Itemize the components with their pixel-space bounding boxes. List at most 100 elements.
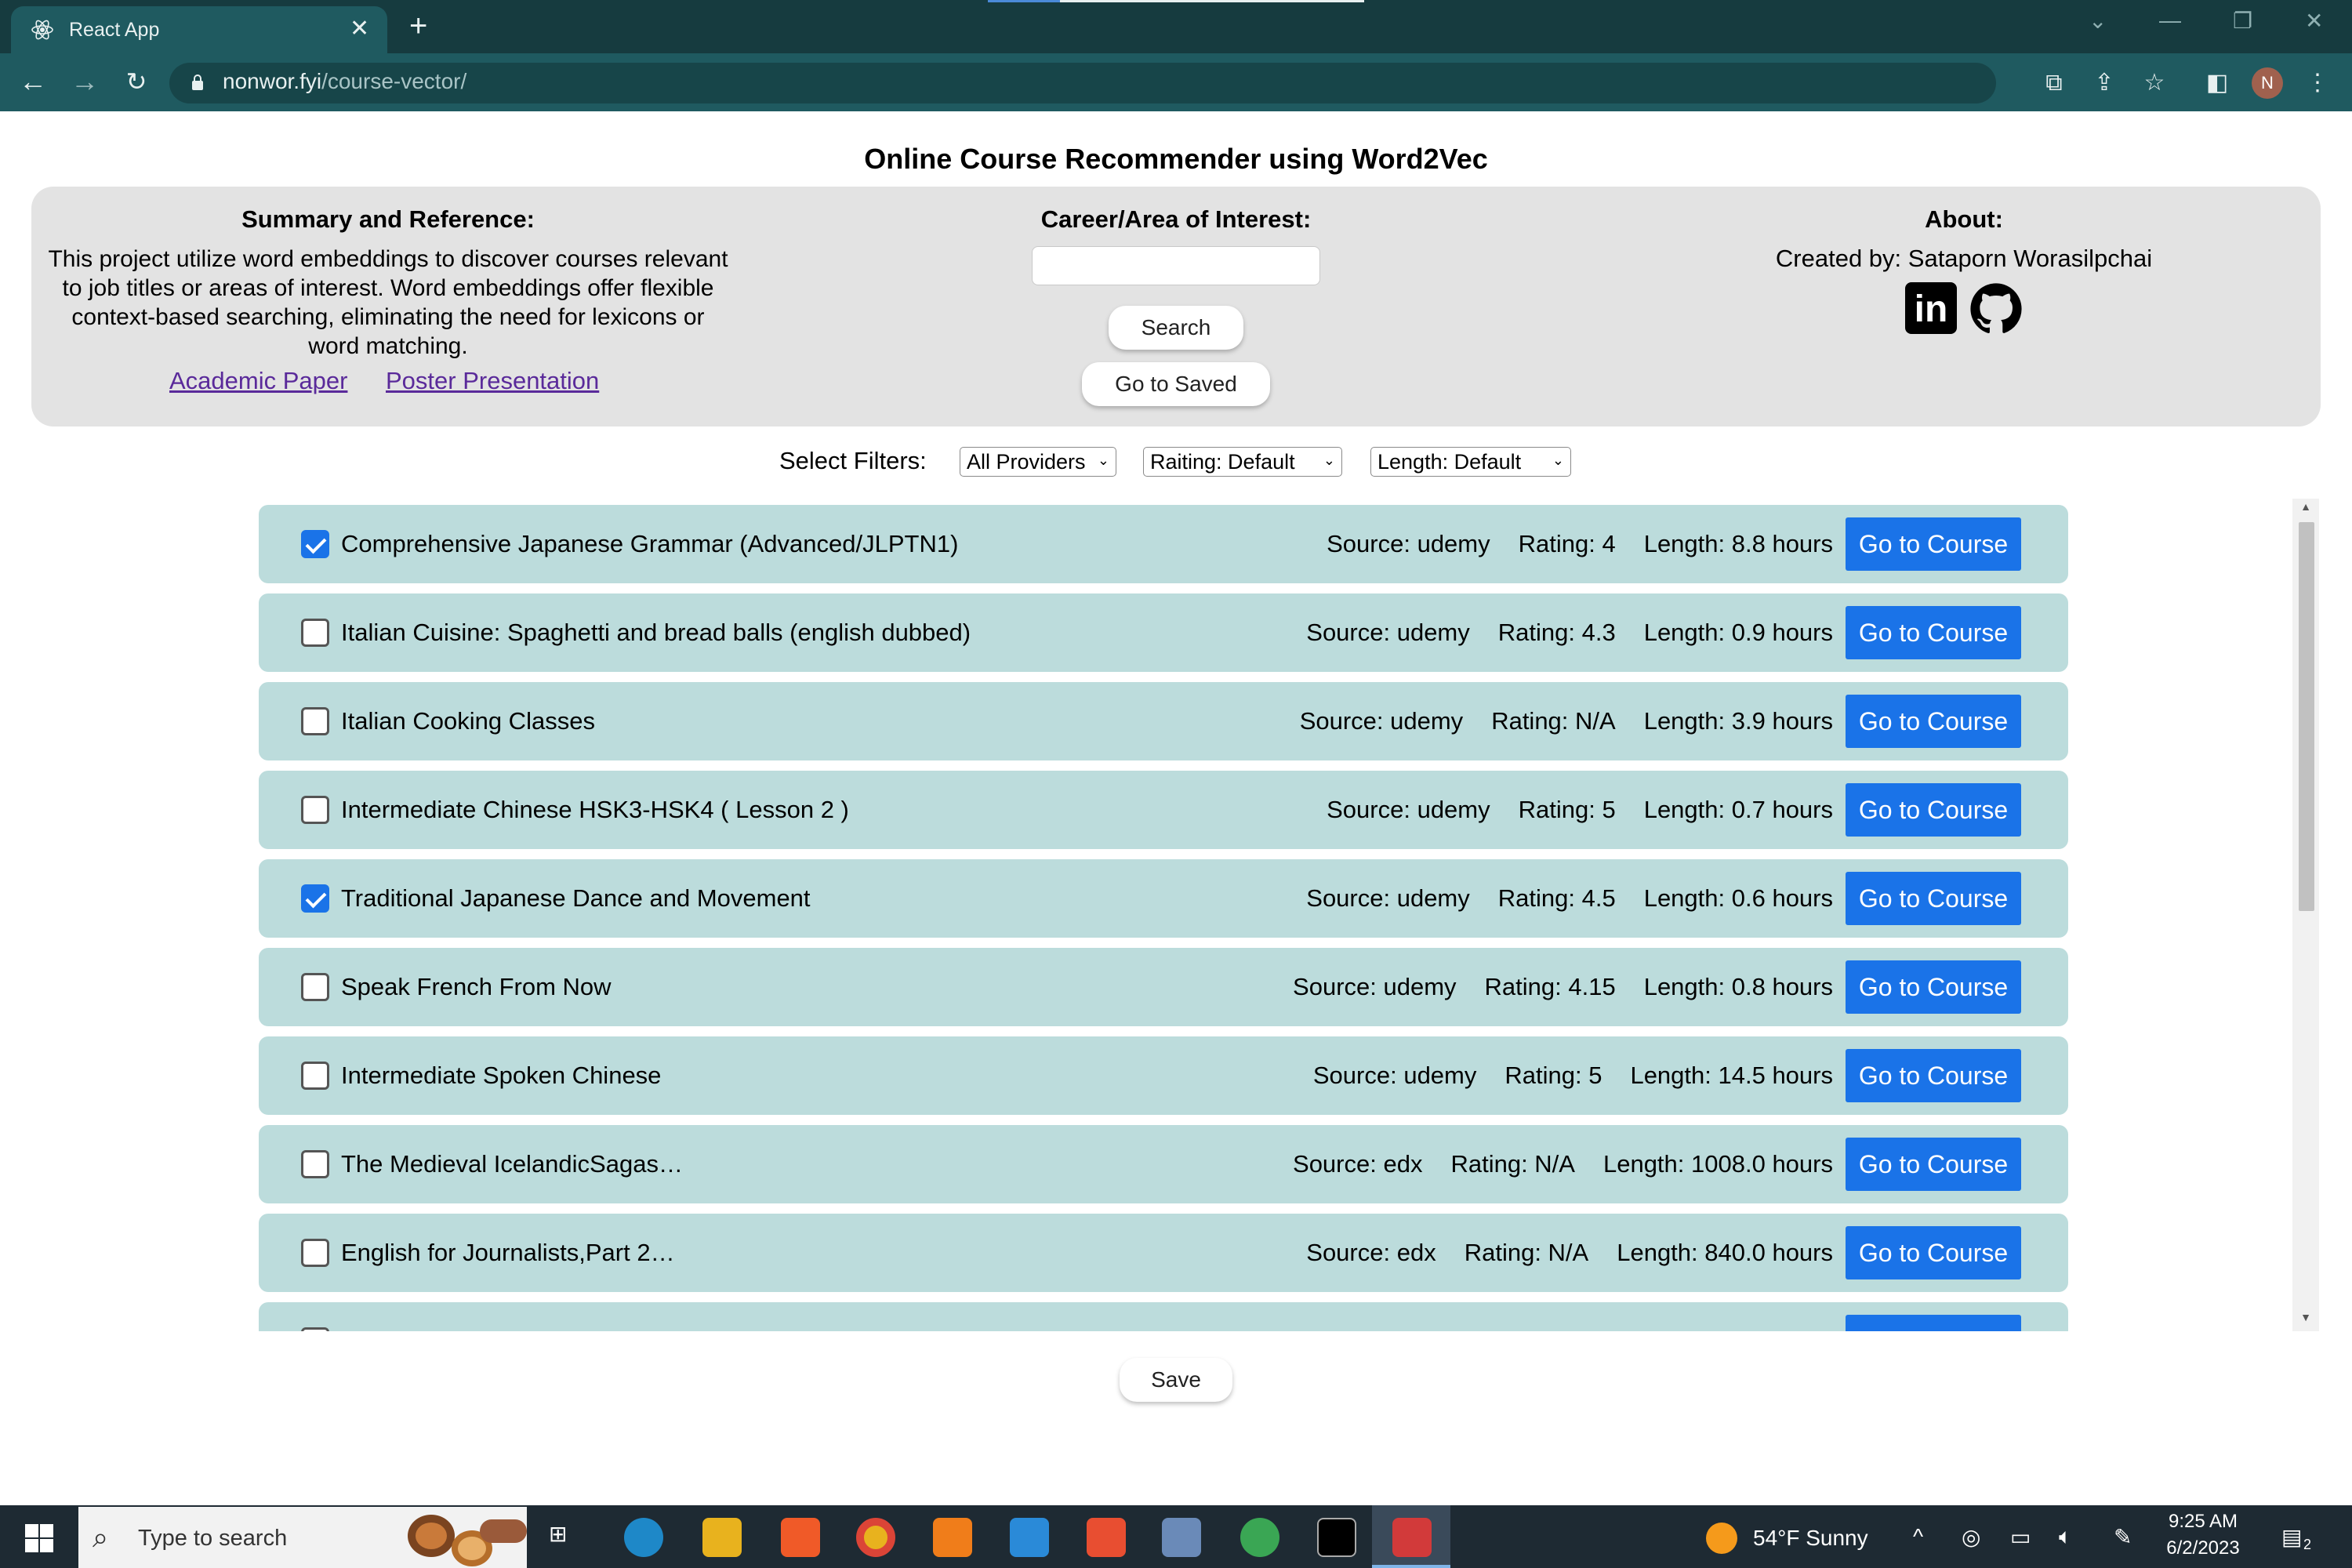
course-checkbox[interactable] bbox=[301, 530, 329, 558]
course-checkbox[interactable] bbox=[301, 707, 329, 735]
chevron-down-icon[interactable]: ⌄ bbox=[2089, 8, 2107, 34]
go-to-course-button[interactable]: Go to Course bbox=[1846, 695, 2021, 748]
go-to-course-button[interactable]: Go to Course bbox=[1846, 1049, 2021, 1102]
course-checkbox[interactable] bbox=[301, 973, 329, 1001]
meet-now-icon[interactable]: ◎ bbox=[1962, 1524, 1980, 1550]
course-checkbox[interactable] bbox=[301, 1062, 329, 1090]
clock[interactable]: 9:25 AM 6/2/2023 bbox=[2148, 1508, 2258, 1562]
go-to-course-button[interactable]: Go to Course bbox=[1846, 960, 2021, 1014]
volume-icon[interactable]: 🔈︎ bbox=[2059, 1524, 2072, 1550]
rating-filter-select[interactable]: Raiting: Default ⌄ bbox=[1143, 447, 1342, 477]
go-to-saved-button[interactable]: Go to Saved bbox=[1082, 362, 1270, 406]
course-title: Intermediate Chinese HSK3-HSK4 ( Lesson … bbox=[341, 796, 849, 823]
notification-icon[interactable]: ▤ bbox=[2281, 1524, 2302, 1550]
task-view-icon[interactable]: ⊞ bbox=[549, 1521, 567, 1547]
github-icon[interactable] bbox=[1969, 282, 2023, 336]
interest-heading: Career/Area of Interest: bbox=[1040, 205, 1312, 233]
brave-icon[interactable] bbox=[781, 1518, 820, 1557]
academic-paper-link[interactable]: Academic Paper bbox=[169, 367, 347, 395]
go-to-course-button[interactable]: Go to Course bbox=[1846, 517, 2021, 571]
course-rating: Rating: 4.3 bbox=[1497, 619, 1616, 646]
course-source: Source: udemy bbox=[1312, 1062, 1477, 1089]
chevron-down-icon: ⌄ bbox=[1552, 452, 1564, 468]
weather-text[interactable]: 54°F Sunny bbox=[1753, 1526, 1868, 1551]
edge-icon[interactable] bbox=[624, 1518, 663, 1557]
provider-filter-select[interactable]: All Providers ⌄ bbox=[960, 447, 1116, 477]
linkedin-icon[interactable]: in bbox=[1905, 282, 1957, 334]
page-title: Online Course Recommender using Word2Vec bbox=[864, 143, 1488, 175]
new-tab-icon[interactable]: + bbox=[409, 10, 427, 42]
go-to-course-button[interactable] bbox=[1846, 1315, 2021, 1331]
reload-icon[interactable]: ↻ bbox=[121, 66, 152, 97]
browser-tab[interactable]: React App ✕ bbox=[11, 6, 387, 53]
course-rating: Rating: 5 bbox=[1518, 796, 1616, 823]
course-length: Length: 14.5 hours bbox=[1630, 1062, 1833, 1089]
course-meta: Source: udemy Rating: 5 Length: 14.5 hours bbox=[1285, 1062, 1833, 1090]
close-icon[interactable]: ✕ bbox=[350, 16, 369, 42]
course-checkbox[interactable] bbox=[301, 619, 329, 647]
course-row bbox=[259, 1302, 2068, 1331]
search-button[interactable]: Search bbox=[1109, 306, 1243, 350]
course-checkbox[interactable] bbox=[301, 884, 329, 913]
course-checkbox[interactable] bbox=[301, 1150, 329, 1178]
course-source: Source: udemy bbox=[1327, 530, 1490, 557]
forward-icon[interactable]: → bbox=[69, 66, 100, 97]
course-rating: Rating: 4.5 bbox=[1497, 884, 1616, 912]
pen-icon[interactable]: ✎ bbox=[2114, 1524, 2132, 1550]
restore-icon[interactable]: ❐ bbox=[2233, 8, 2252, 34]
course-title: The Medieval IcelandicSagas… bbox=[341, 1150, 683, 1178]
go-to-course-button[interactable]: Go to Course bbox=[1846, 872, 2021, 925]
star-icon[interactable]: ☆ bbox=[2139, 67, 2170, 99]
chrome-profile-icon[interactable] bbox=[1240, 1518, 1279, 1557]
save-button[interactable]: Save bbox=[1120, 1358, 1232, 1402]
url-text[interactable]: nonwor.fyi/course-vector/ bbox=[223, 69, 466, 94]
snipping-tool-icon[interactable] bbox=[1392, 1518, 1432, 1557]
course-row: Comprehensive Japanese Grammar (Advanced… bbox=[259, 505, 2068, 583]
sublime-text-icon[interactable] bbox=[933, 1518, 972, 1557]
chrome-icon[interactable] bbox=[856, 1518, 895, 1557]
scroll-down-icon[interactable]: ▼ bbox=[2298, 1311, 2314, 1323]
minimize-icon[interactable]: — bbox=[2159, 8, 2181, 33]
go-to-course-button[interactable]: Go to Course bbox=[1846, 606, 2021, 659]
go-to-course-button[interactable]: Go to Course bbox=[1846, 1138, 2021, 1191]
course-title: Traditional Japanese Dance and Movement bbox=[341, 884, 811, 912]
provider-filter-value: All Providers bbox=[967, 450, 1086, 474]
course-row: Italian Cuisine: Spaghetti and bread bal… bbox=[259, 593, 2068, 672]
course-checkbox[interactable] bbox=[301, 1239, 329, 1267]
scroll-up-icon[interactable]: ▲ bbox=[2298, 500, 2314, 513]
poster-presentation-link[interactable]: Poster Presentation bbox=[386, 367, 599, 395]
file-explorer-icon[interactable] bbox=[702, 1518, 742, 1557]
donut-illustration bbox=[408, 1515, 455, 1557]
course-title: Italian Cuisine: Spaghetti and bread bal… bbox=[341, 619, 971, 646]
course-source: Source: edx bbox=[1306, 1239, 1436, 1266]
share-icon[interactable]: ⇪ bbox=[2089, 67, 2120, 99]
length-filter-select[interactable]: Length: Default ⌄ bbox=[1370, 447, 1571, 477]
course-row: The Medieval IcelandicSagas… Source: edx… bbox=[259, 1125, 2068, 1203]
window-close-icon[interactable]: ✕ bbox=[2305, 8, 2323, 34]
battery-icon[interactable]: ▭ bbox=[2010, 1524, 2031, 1550]
git-icon[interactable] bbox=[1087, 1518, 1126, 1557]
go-to-course-button[interactable]: Go to Course bbox=[1846, 1226, 2021, 1279]
vscode-icon[interactable] bbox=[1010, 1518, 1049, 1557]
about-heading: About: bbox=[1925, 205, 2003, 233]
open-external-icon[interactable]: ⧉ bbox=[2038, 67, 2070, 99]
interest-input[interactable] bbox=[1032, 246, 1320, 285]
weather-sun-icon bbox=[1706, 1523, 1737, 1554]
course-title: Intermediate Spoken Chinese bbox=[341, 1062, 662, 1089]
side-panel-icon[interactable]: ◧ bbox=[2201, 67, 2233, 99]
avatar[interactable]: N bbox=[2252, 67, 2283, 99]
chevron-up-icon[interactable]: ^ bbox=[1913, 1524, 1923, 1549]
course-list[interactable]: Comprehensive Japanese Grammar (Advanced… bbox=[259, 499, 2070, 1331]
course-checkbox[interactable] bbox=[301, 796, 329, 824]
go-to-course-button[interactable]: Go to Course bbox=[1846, 783, 2021, 837]
course-checkbox[interactable] bbox=[301, 1327, 329, 1331]
menu-icon[interactable]: ⋮ bbox=[2302, 67, 2333, 99]
windows-start-icon[interactable] bbox=[25, 1524, 53, 1552]
virtualbox-icon[interactable] bbox=[1162, 1518, 1201, 1557]
list-scrollbar-thumb[interactable] bbox=[2299, 522, 2314, 911]
course-row: English for Journalists,Part 2… Source: … bbox=[259, 1214, 2068, 1292]
course-source: Source: udemy bbox=[1299, 707, 1464, 735]
course-row: Italian Cooking Classes Source: udemy Rat… bbox=[259, 682, 2068, 760]
back-icon[interactable]: ← bbox=[17, 66, 49, 97]
terminal-icon[interactable] bbox=[1317, 1518, 1356, 1557]
